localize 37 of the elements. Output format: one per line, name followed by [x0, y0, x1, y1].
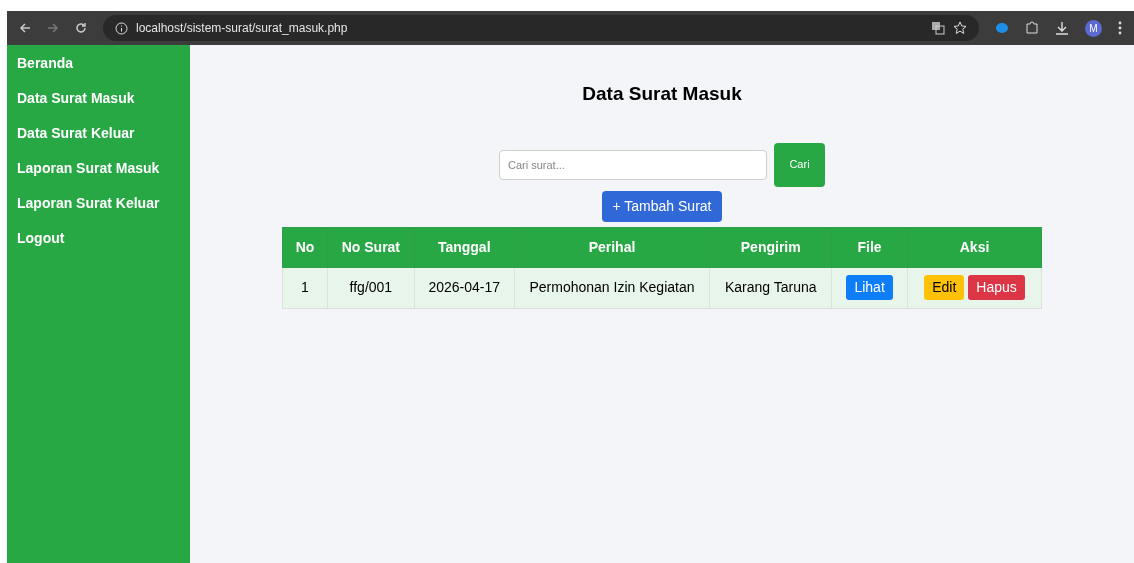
add-letter-button[interactable]: + Tambah Surat	[602, 190, 722, 222]
search-button[interactable]: Cari	[774, 142, 825, 187]
delete-button[interactable]: Hapus	[968, 275, 1025, 300]
column-header: No	[282, 227, 328, 267]
sidebar-link[interactable]: Data Surat Keluar	[17, 124, 180, 142]
table-cell: 1	[282, 267, 328, 308]
column-header: File	[831, 227, 908, 267]
forward-icon[interactable]	[47, 22, 59, 34]
sidebar-link[interactable]: Beranda	[17, 54, 180, 72]
column-header: Aksi	[907, 227, 1042, 267]
table-cell: 2026-04-17	[414, 267, 515, 308]
translate-icon[interactable]	[931, 21, 945, 35]
sidebar-link[interactable]: Laporan Surat Masuk	[17, 159, 180, 177]
column-header: Tanggal	[414, 227, 515, 267]
view-file-button[interactable]: Lihat	[846, 275, 893, 300]
star-icon[interactable]	[953, 21, 967, 35]
url-text: localhost/sistem-surat/surat_masuk.php	[136, 20, 349, 37]
sidebar-link[interactable]: Laporan Surat Keluar	[17, 194, 180, 212]
table-cell: ffg/001	[327, 267, 415, 308]
menu-icon[interactable]	[1118, 21, 1122, 35]
sidebar-link[interactable]: Data Surat Masuk	[17, 89, 180, 107]
table-cell: Karang Taruna	[709, 267, 832, 308]
page-title: Data Surat Masuk	[582, 82, 742, 106]
search-field[interactable]: Cari surat...	[499, 149, 767, 180]
reload-icon[interactable]	[75, 22, 87, 34]
edit-button[interactable]: Edit	[924, 275, 965, 300]
info-icon[interactable]	[115, 21, 128, 35]
address-bar[interactable]: localhost/sistem-surat/surat_masuk.php	[103, 15, 979, 41]
column-header: Pengirim	[709, 227, 832, 267]
download-icon[interactable]	[1055, 21, 1069, 35]
column-header: No Surat	[327, 227, 415, 267]
sidebar-link[interactable]: Logout	[17, 229, 180, 247]
profile-avatar[interactable]: M	[1085, 19, 1102, 37]
table-cell: Permohonan Izin Kegiatan	[514, 267, 710, 308]
extension-icon[interactable]	[995, 21, 1009, 35]
back-icon[interactable]	[19, 22, 31, 34]
column-header: Perihal	[514, 227, 710, 267]
